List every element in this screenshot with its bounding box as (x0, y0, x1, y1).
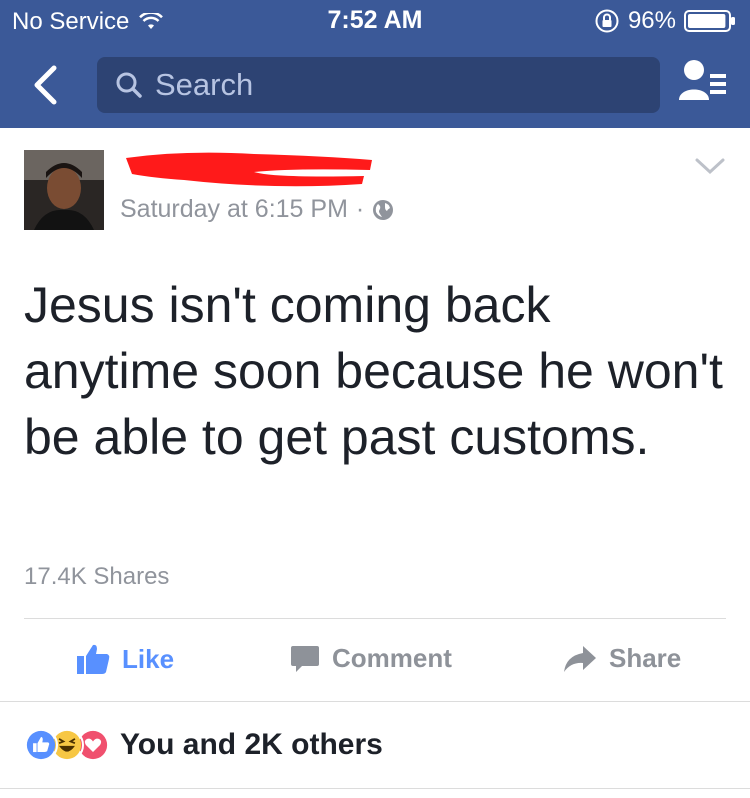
redacted-author-name (126, 152, 372, 187)
share-button[interactable]: Share (563, 643, 681, 674)
back-chevron-icon[interactable] (22, 60, 72, 110)
avatar[interactable] (24, 150, 104, 230)
comment-label: Comment (332, 643, 452, 673)
divider (0, 701, 750, 702)
divider (0, 788, 750, 789)
share-arrow-icon (564, 645, 596, 672)
search-input[interactable]: Search (97, 57, 660, 113)
friend-requests-icon[interactable] (678, 56, 730, 108)
post-header: Saturday at 6:15 PM · (24, 150, 726, 234)
battery-percent: 96% (627, 7, 676, 34)
post-body-text: Jesus isn't coming back anytime soon bec… (24, 277, 723, 465)
thumbs-up-icon (77, 644, 110, 674)
nav-bar: Search (0, 48, 750, 120)
post-timestamp[interactable]: Saturday at 6:15 PM · (120, 195, 394, 224)
reactions-summary[interactable]: You and 2K others (24, 725, 383, 765)
divider (24, 618, 726, 619)
status-bar: No Service 7:52 AM 96% (0, 0, 750, 40)
top-bar: No Service 7:52 AM 96% Search (0, 0, 750, 128)
timestamp-separator: · (355, 195, 365, 223)
reactions-summary-text: You and 2K others (120, 728, 383, 761)
battery-icon (684, 10, 735, 32)
like-reaction-icon (24, 728, 58, 762)
post-actions: Like Comment Share (0, 635, 750, 691)
comment-button[interactable]: Comment (290, 643, 452, 674)
post-options-chevron-icon[interactable] (694, 156, 726, 176)
globe-icon (373, 199, 394, 220)
orientation-lock-icon (595, 9, 619, 33)
like-label: Like (122, 643, 175, 674)
search-placeholder: Search (155, 67, 254, 102)
search-icon (116, 72, 142, 98)
timestamp-text: Saturday at 6:15 PM (120, 195, 348, 223)
share-label: Share (609, 643, 682, 673)
comment-icon (291, 645, 319, 672)
battery-area: 96% (594, 7, 736, 35)
like-button[interactable]: Like (76, 643, 174, 675)
share-count[interactable]: 17.4K Shares (24, 563, 169, 591)
